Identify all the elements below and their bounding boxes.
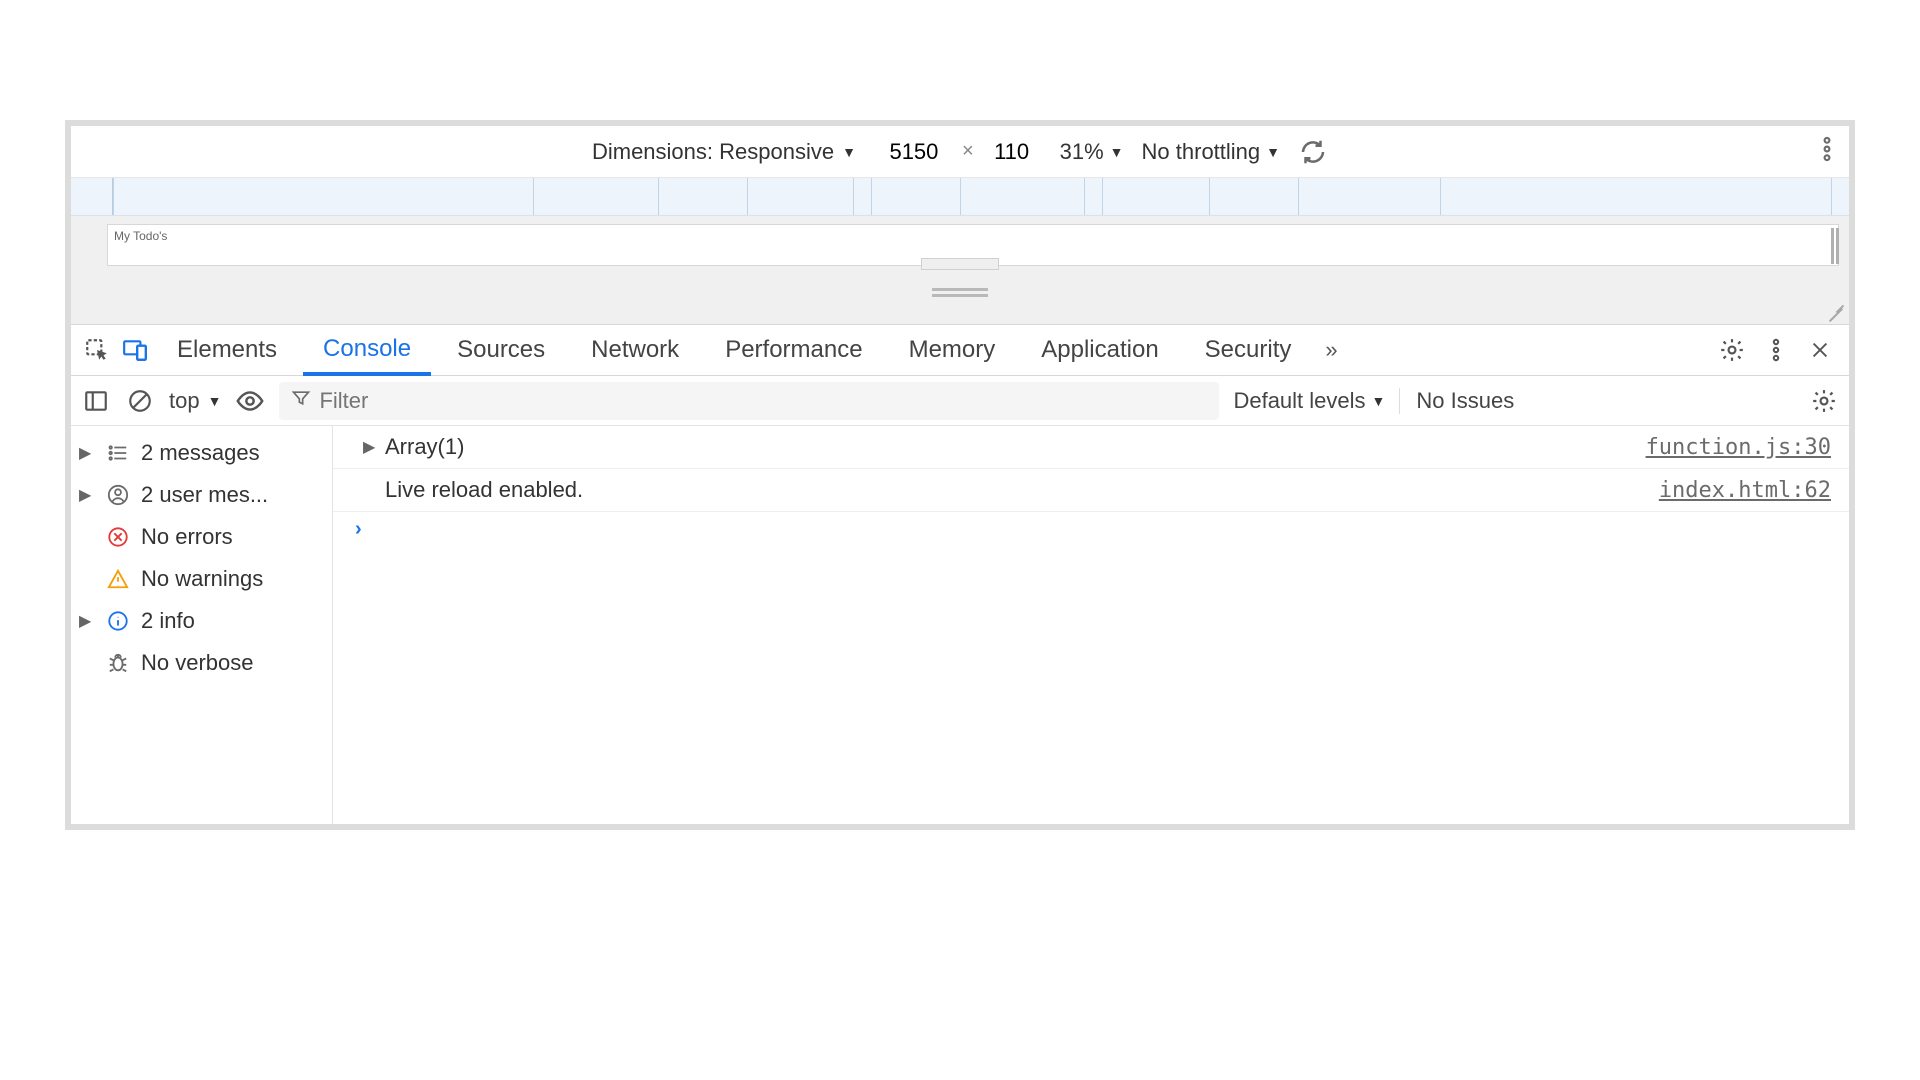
chevron-down-icon: ▼ bbox=[1110, 144, 1124, 160]
kebab-menu-icon[interactable] bbox=[1757, 338, 1795, 362]
bug-icon bbox=[105, 652, 131, 674]
clear-console-icon[interactable] bbox=[125, 388, 155, 414]
expand-caret-icon: ▶ bbox=[79, 485, 95, 505]
inspect-element-icon[interactable] bbox=[81, 337, 113, 363]
dimension-separator: × bbox=[962, 140, 974, 163]
zoom-value: 31% bbox=[1060, 139, 1104, 165]
console-message-text: Array(1) bbox=[385, 434, 1646, 460]
preview-page-title: My Todo's bbox=[108, 225, 1838, 247]
expand-caret-icon: ▶ bbox=[79, 611, 95, 631]
dimensions-label: Dimensions: Responsive bbox=[592, 139, 834, 165]
chevron-down-icon: ▼ bbox=[842, 144, 856, 160]
chevron-down-icon: ▼ bbox=[1372, 393, 1386, 409]
kebab-menu-icon[interactable] bbox=[1823, 136, 1831, 168]
source-link[interactable]: function.js:30 bbox=[1646, 435, 1831, 460]
console-prompt[interactable]: › bbox=[333, 512, 1849, 549]
sidebar-item-warnings[interactable]: No warnings bbox=[71, 558, 332, 600]
console-sidebar: ▶ 2 messages ▶ 2 user mes... No errors bbox=[71, 426, 333, 824]
sidebar-item-label: No verbose bbox=[141, 650, 254, 676]
sidebar-item-messages[interactable]: ▶ 2 messages bbox=[71, 432, 332, 474]
live-expression-icon[interactable] bbox=[235, 390, 265, 412]
error-icon bbox=[105, 526, 131, 548]
devtools-window: Dimensions: Responsive ▼ × 31% ▼ No thro… bbox=[65, 120, 1855, 830]
gear-icon[interactable] bbox=[1809, 388, 1839, 414]
user-icon bbox=[105, 484, 131, 506]
ruler bbox=[71, 178, 1849, 216]
filter-input[interactable] bbox=[319, 388, 1207, 414]
context-dropdown[interactable]: top ▼ bbox=[169, 388, 221, 414]
sidebar-item-label: 2 messages bbox=[141, 440, 260, 466]
tab-security[interactable]: Security bbox=[1185, 325, 1312, 375]
throttling-value: No throttling bbox=[1142, 139, 1261, 165]
tab-application[interactable]: Application bbox=[1021, 325, 1178, 375]
width-input[interactable] bbox=[874, 139, 954, 165]
devtools-tabbar: Elements Console Sources Network Perform… bbox=[71, 324, 1849, 376]
sidebar-item-label: No warnings bbox=[141, 566, 263, 592]
filter-field[interactable] bbox=[279, 382, 1219, 420]
device-toolbar: Dimensions: Responsive ▼ × 31% ▼ No thro… bbox=[71, 126, 1849, 178]
close-icon[interactable] bbox=[1801, 339, 1839, 361]
sidebar-item-verbose[interactable]: No verbose bbox=[71, 642, 332, 684]
zoom-dropdown[interactable]: 31% ▼ bbox=[1060, 139, 1124, 165]
tab-sources[interactable]: Sources bbox=[437, 325, 565, 375]
sidebar-item-errors[interactable]: No errors bbox=[71, 516, 332, 558]
sidebar-item-label: 2 user mes... bbox=[141, 482, 268, 508]
tab-performance[interactable]: Performance bbox=[705, 325, 882, 375]
levels-label: Default levels bbox=[1233, 388, 1365, 414]
info-icon bbox=[105, 610, 131, 632]
context-label: top bbox=[169, 388, 200, 414]
warning-icon bbox=[105, 568, 131, 590]
expand-caret-icon: ▶ bbox=[79, 443, 95, 463]
resize-grip-corner[interactable] bbox=[1827, 304, 1843, 320]
height-input[interactable] bbox=[982, 139, 1042, 165]
tab-memory[interactable]: Memory bbox=[889, 325, 1016, 375]
tab-network[interactable]: Network bbox=[571, 325, 699, 375]
more-tabs-icon[interactable]: » bbox=[1317, 337, 1345, 363]
tab-elements[interactable]: Elements bbox=[157, 325, 297, 375]
sidebar-item-label: 2 info bbox=[141, 608, 195, 634]
tab-console[interactable]: Console bbox=[303, 326, 431, 376]
gear-icon[interactable] bbox=[1713, 337, 1751, 363]
sidebar-item-user-messages[interactable]: ▶ 2 user mes... bbox=[71, 474, 332, 516]
chevron-down-icon: ▼ bbox=[1266, 144, 1280, 160]
console-message-row[interactable]: ▶ Array(1) function.js:30 bbox=[333, 426, 1849, 469]
prompt-caret-icon: › bbox=[355, 518, 362, 541]
throttling-dropdown[interactable]: No throttling ▼ bbox=[1142, 139, 1280, 165]
console-toolbar: top ▼ Default levels ▼ No Issues bbox=[71, 376, 1849, 426]
dimensions-dropdown[interactable]: Dimensions: Responsive ▼ bbox=[592, 139, 856, 165]
resize-grip-vertical[interactable] bbox=[1831, 228, 1839, 264]
console-message-row[interactable]: Live reload enabled. index.html:62 bbox=[333, 469, 1849, 512]
toggle-sidebar-icon[interactable] bbox=[81, 388, 111, 414]
console-body: ▶ 2 messages ▶ 2 user mes... No errors bbox=[71, 426, 1849, 824]
console-message-text: Live reload enabled. bbox=[385, 477, 1659, 503]
resize-grip-horizontal[interactable] bbox=[932, 288, 988, 298]
expand-caret-icon: ▶ bbox=[363, 437, 385, 457]
source-link[interactable]: index.html:62 bbox=[1659, 478, 1831, 503]
filter-icon bbox=[291, 388, 311, 414]
list-icon bbox=[105, 442, 131, 464]
sidebar-item-label: No errors bbox=[141, 524, 233, 550]
log-levels-dropdown[interactable]: Default levels ▼ bbox=[1233, 388, 1385, 414]
issues-label: No Issues bbox=[1399, 388, 1514, 414]
sidebar-item-info[interactable]: ▶ 2 info bbox=[71, 600, 332, 642]
toggle-device-toolbar-icon[interactable] bbox=[119, 337, 151, 363]
rotate-icon[interactable] bbox=[1298, 137, 1328, 167]
console-messages: ▶ Array(1) function.js:30 Live reload en… bbox=[333, 426, 1849, 824]
viewport-preview: My Todo's bbox=[71, 216, 1849, 324]
preview-button bbox=[921, 258, 999, 270]
chevron-down-icon: ▼ bbox=[208, 393, 222, 409]
